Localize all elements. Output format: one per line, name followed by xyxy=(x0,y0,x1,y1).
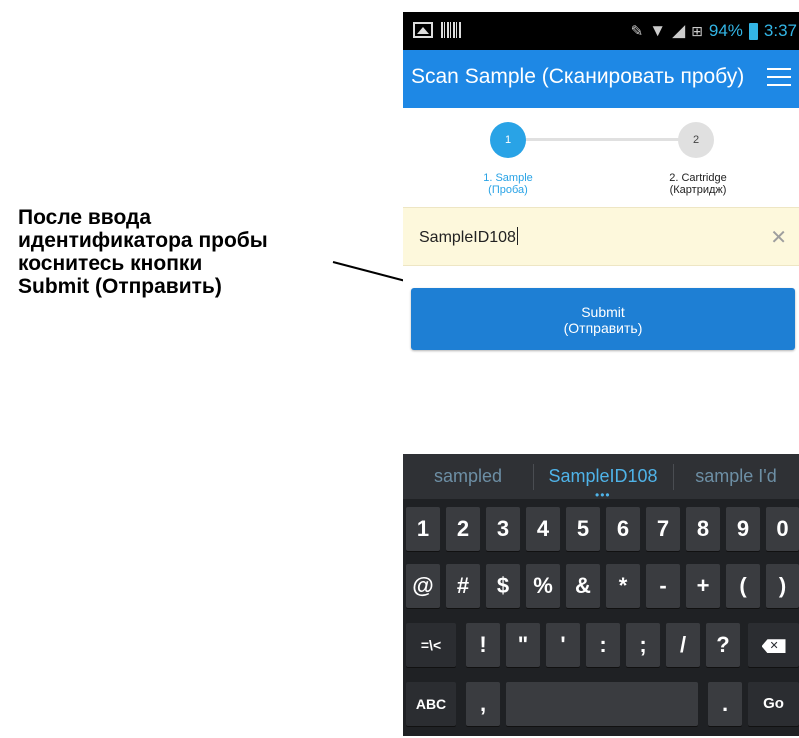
key-exclamation[interactable]: ! xyxy=(466,623,500,667)
backspace-key[interactable] xyxy=(748,623,799,667)
step-2-title: 2. Cartridge xyxy=(669,172,727,184)
signal-icon: ◢ xyxy=(672,21,686,40)
key-8[interactable]: 8 xyxy=(686,507,720,551)
key-semicolon[interactable]: ; xyxy=(626,623,660,667)
key-0[interactable]: 0 xyxy=(766,507,799,551)
hamburger-menu-icon[interactable] xyxy=(767,68,791,88)
callout-line-1: После ввода xyxy=(18,206,152,229)
key-comma[interactable]: , xyxy=(466,682,500,726)
battery-percent: 94% xyxy=(708,21,743,40)
key-ampersand[interactable]: & xyxy=(566,564,600,608)
key-slash[interactable]: / xyxy=(666,623,700,667)
key-close-paren[interactable]: ) xyxy=(766,564,799,608)
battery-icon xyxy=(748,22,758,40)
submit-button-label: Submit xyxy=(581,304,625,320)
key-hash[interactable]: # xyxy=(446,564,480,608)
mute-icon: ✎ xyxy=(630,23,644,40)
sample-id-value[interactable]: SampleID108 xyxy=(419,227,518,247)
phone-screen: ✎ ▼ ◢ ⊞ 94% 3:37 Scan Sample (Сканироват… xyxy=(403,12,799,736)
callout-line-3: коснитесь кнопки xyxy=(18,252,203,275)
step-2-subtitle: (Картридж) xyxy=(669,184,727,196)
key-4[interactable]: 4 xyxy=(526,507,560,551)
suggestion-1[interactable]: sampled xyxy=(403,454,533,499)
more-symbols-key[interactable]: =\< xyxy=(406,623,456,667)
key-9[interactable]: 9 xyxy=(726,507,760,551)
key-6[interactable]: 6 xyxy=(606,507,640,551)
submit-button[interactable]: Submit (Отправить) xyxy=(411,288,795,350)
key-double-quote[interactable]: " xyxy=(506,623,540,667)
step-2-label: 2. Cartridge (Картридж) xyxy=(648,172,748,196)
callout-line-4: Submit (Отправить) xyxy=(18,275,222,298)
backspace-icon xyxy=(761,639,786,654)
main-content: 1 2 1. Sample (Проба) 2. Cartridge (Карт… xyxy=(403,108,799,454)
wifi-icon: ▼ xyxy=(649,21,667,40)
key-at[interactable]: @ xyxy=(406,564,440,608)
keyboard-suggestion-bar: sampled SampleID108 sample I'd ••• xyxy=(403,454,799,502)
key-5[interactable]: 5 xyxy=(566,507,600,551)
on-screen-keyboard: 1 2 3 4 5 6 7 8 9 0 @ # $ % & * - + ( ) … xyxy=(403,499,799,736)
key-period[interactable]: . xyxy=(708,682,742,726)
callout-line-2: идентификатора пробы xyxy=(18,229,268,252)
key-3[interactable]: 3 xyxy=(486,507,520,551)
sample-id-input[interactable]: SampleID108 ✕ xyxy=(403,207,799,266)
barcode-notification-icon xyxy=(441,22,461,38)
key-single-quote[interactable]: ' xyxy=(546,623,580,667)
step-1-label: 1. Sample (Проба) xyxy=(463,172,553,196)
go-key[interactable]: Go xyxy=(748,682,799,726)
step-2-indicator: 2 xyxy=(678,122,714,158)
key-colon[interactable]: : xyxy=(586,623,620,667)
key-open-paren[interactable]: ( xyxy=(726,564,760,608)
app-bar: Scan Sample (Сканировать пробу) xyxy=(403,50,799,108)
key-question[interactable]: ? xyxy=(706,623,740,667)
key-dollar[interactable]: $ xyxy=(486,564,520,608)
status-bar: ✎ ▼ ◢ ⊞ 94% 3:37 xyxy=(403,12,799,50)
abc-key[interactable]: ABC xyxy=(406,682,456,726)
space-key[interactable] xyxy=(506,682,698,726)
close-icon[interactable]: ✕ xyxy=(770,225,787,250)
clock: 3:37 xyxy=(763,21,797,40)
key-asterisk[interactable]: * xyxy=(606,564,640,608)
key-1[interactable]: 1 xyxy=(406,507,440,551)
key-2[interactable]: 2 xyxy=(446,507,480,551)
page-title: Scan Sample (Сканировать пробу) xyxy=(411,65,745,88)
stepper-connector xyxy=(509,138,695,141)
gallery-notification-icon xyxy=(413,22,433,38)
step-1-title: 1. Sample xyxy=(483,172,533,184)
key-7[interactable]: 7 xyxy=(646,507,680,551)
key-minus[interactable]: - xyxy=(646,564,680,608)
key-percent[interactable]: % xyxy=(526,564,560,608)
instruction-callout: После ввода идентификатора пробы косните… xyxy=(18,206,348,298)
submit-button-sublabel: (Отправить) xyxy=(563,320,643,336)
key-plus[interactable]: + xyxy=(686,564,720,608)
step-1-subtitle: (Проба) xyxy=(488,184,528,196)
network-icon: ⊞ xyxy=(691,22,703,39)
step-1-indicator: 1 xyxy=(490,122,526,158)
suggestion-3[interactable]: sample I'd xyxy=(673,454,799,499)
